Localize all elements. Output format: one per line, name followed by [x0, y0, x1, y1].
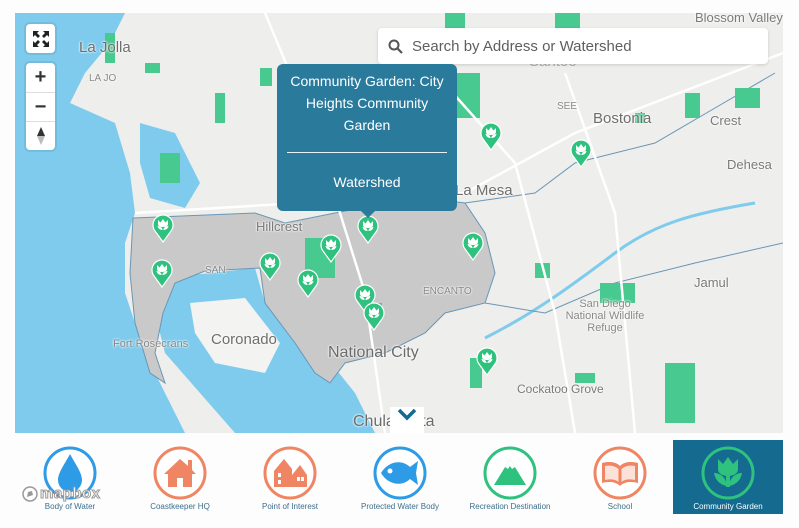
tulip-pin-icon	[320, 234, 342, 264]
place-sd-refuge: San Diego National Wildlife Refuge	[565, 298, 645, 334]
legend-label: School	[607, 502, 633, 511]
tulip-pin-icon	[480, 122, 502, 152]
tulip-pin-icon	[570, 139, 592, 169]
legend-label: Community Garden	[693, 502, 763, 511]
mountain-icon	[483, 446, 537, 500]
search-box	[378, 28, 768, 64]
compass-button[interactable]	[26, 121, 55, 150]
legend-label: Recreation Destination	[469, 502, 551, 511]
community-garden-pin[interactable]	[152, 213, 174, 244]
search-input[interactable]	[412, 37, 742, 55]
fish-icon	[373, 446, 427, 500]
place-blossom-valley: Blossom Valley	[695, 13, 783, 25]
legend-item-coastkeeper-hq[interactable]: Coastkeeper HQ	[125, 440, 235, 514]
popup-tip	[361, 211, 375, 218]
legend-label: Coastkeeper HQ	[150, 502, 210, 511]
buildings-icon	[263, 446, 317, 500]
place-hillcrest: Hillcrest	[256, 219, 303, 234]
community-garden-pin[interactable]	[462, 231, 484, 262]
book-icon	[593, 446, 647, 500]
popup-divider	[287, 152, 447, 153]
popup-title: Community Garden: City Heights Community…	[290, 73, 444, 133]
zoom-out-button[interactable]: −	[26, 92, 55, 121]
tulip-pin-icon	[297, 269, 319, 299]
place-san-airport: SAN	[205, 265, 226, 276]
place-jamul: Jamul	[694, 275, 729, 290]
zoom-in-button[interactable]: +	[26, 63, 55, 92]
fullscreen-button[interactable]	[26, 24, 55, 53]
mapbox-wordmark: mapbox	[40, 485, 101, 503]
legend-item-school[interactable]: School	[565, 440, 675, 514]
place-coronado: Coronado	[211, 331, 277, 348]
legend-bar: Body of Water Coastkeeper HQ Point of In…	[15, 440, 783, 514]
place-see-airport: SEE	[557, 101, 578, 112]
fullscreen-control[interactable]	[26, 24, 55, 53]
community-garden-pin[interactable]	[320, 233, 342, 264]
place-fort-rosecrans: Fort Rosecrans	[113, 338, 189, 350]
legend-item-protected-water-body[interactable]: Protected Water Body	[345, 440, 455, 514]
legend-item-body-of-water[interactable]: Body of Water	[15, 440, 125, 514]
legend-label: Protected Water Body	[361, 502, 439, 511]
legend-label: Point of Interest	[261, 502, 319, 511]
mapbox-logo-icon	[22, 485, 38, 502]
popup-watershed-link[interactable]: Watershed	[277, 174, 457, 190]
tulip-icon	[701, 446, 755, 500]
community-garden-pin[interactable]	[570, 138, 592, 169]
place-la-mesa: La Mesa	[455, 182, 513, 199]
community-garden-pin[interactable]	[297, 268, 319, 299]
place-dehesa: Dehesa	[727, 157, 772, 172]
tulip-pin-icon	[363, 302, 385, 332]
app-frame: La Jolla LA JO Blossom Valley Santee SEE…	[0, 0, 799, 528]
house-icon	[153, 446, 207, 500]
mapbox-attribution[interactable]: mapbox	[22, 485, 101, 503]
place-national-city: National City	[328, 344, 419, 361]
tulip-pin-icon	[151, 259, 173, 289]
legend-item-point-of-interest[interactable]: Point of Interest	[235, 440, 345, 514]
navigation-control: + −	[26, 63, 55, 150]
map-canvas[interactable]: La Jolla LA JO Blossom Valley Santee SEE…	[15, 13, 783, 433]
collapse-legend-button[interactable]	[390, 407, 424, 433]
place-crest: Crest	[710, 113, 742, 128]
chevron-down-icon	[397, 408, 417, 421]
place-encanto: ENCANTO	[423, 286, 472, 297]
legend-item-recreation-destination[interactable]: Recreation Destination	[455, 440, 565, 514]
community-garden-pin[interactable]	[476, 346, 498, 377]
place-cockatoo-grove: Cockatoo Grove	[517, 382, 604, 396]
tulip-pin-icon	[476, 347, 498, 377]
community-garden-pin[interactable]	[363, 301, 385, 332]
place-la-jolla-district: LA JO	[89, 73, 117, 84]
tulip-pin-icon	[152, 214, 174, 244]
tulip-pin-icon	[259, 252, 281, 282]
community-garden-pin[interactable]	[480, 121, 502, 152]
legend-label: Body of Water	[44, 502, 96, 511]
search-icon	[388, 39, 403, 54]
place-la-jolla: La Jolla	[79, 39, 131, 56]
community-garden-pin[interactable]	[151, 258, 173, 289]
community-garden-pin[interactable]	[259, 251, 281, 282]
community-garden-pin[interactable]	[357, 214, 379, 245]
compass-icon	[36, 127, 45, 145]
feature-popup: Community Garden: City Heights Community…	[277, 64, 457, 218]
fullscreen-icon	[32, 30, 49, 47]
tulip-pin-icon	[462, 232, 484, 262]
place-bostonia: Bostonia	[593, 110, 652, 127]
legend-item-community-garden[interactable]: Community Garden	[673, 440, 783, 514]
tulip-pin-icon	[357, 215, 379, 245]
